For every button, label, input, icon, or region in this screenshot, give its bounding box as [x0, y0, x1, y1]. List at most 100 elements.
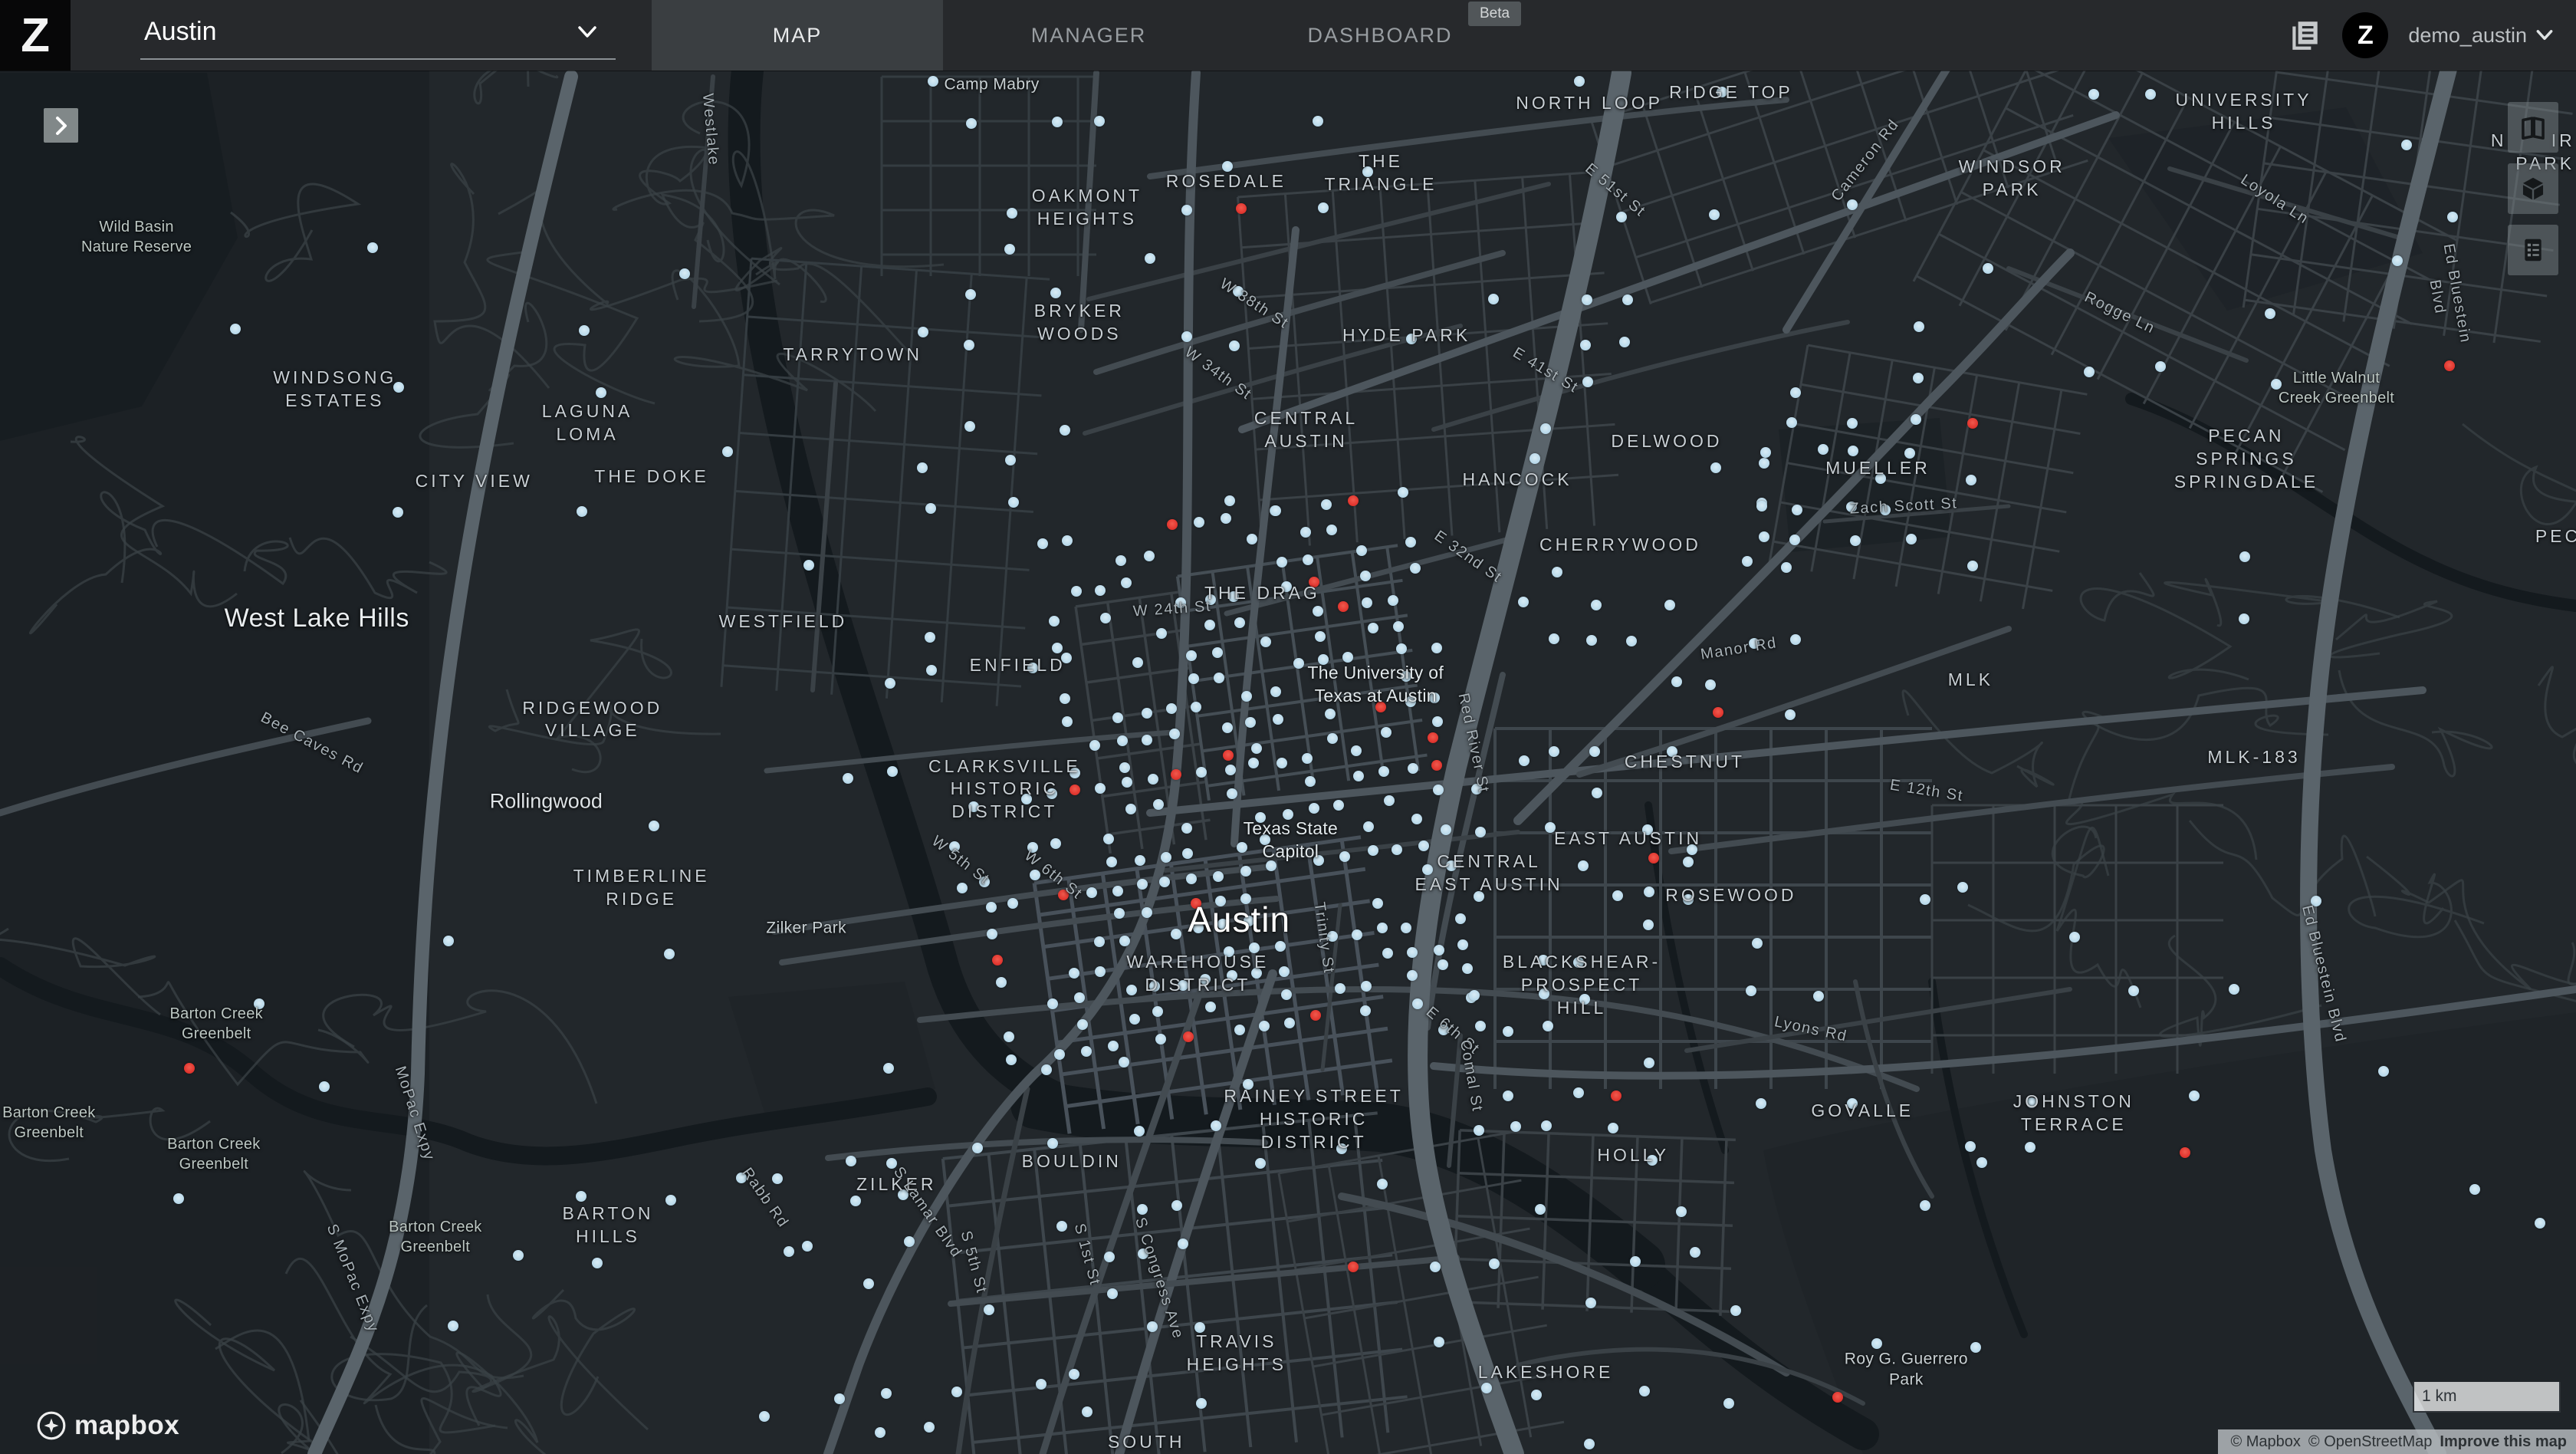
map-marker[interactable] [1983, 263, 1993, 274]
map-marker[interactable] [1434, 945, 1444, 956]
map-marker[interactable] [1540, 423, 1551, 434]
map-marker[interactable] [230, 324, 241, 334]
map-marker[interactable] [1966, 475, 1976, 485]
map-marker[interactable] [2239, 614, 2249, 624]
map-marker[interactable] [1153, 799, 1164, 810]
map-marker[interactable] [1142, 708, 1152, 719]
map-marker[interactable] [1326, 525, 1337, 535]
map-marker[interactable] [918, 327, 928, 337]
map-marker[interactable] [1549, 746, 1559, 757]
map-marker[interactable] [1186, 650, 1197, 661]
map-marker-alert[interactable] [1428, 732, 1438, 743]
map-marker[interactable] [850, 1196, 861, 1206]
map-marker-alert[interactable] [1375, 702, 1386, 712]
map-marker[interactable] [1585, 1298, 1596, 1308]
map-marker[interactable] [1970, 1342, 1981, 1353]
map-marker-alert[interactable] [1191, 898, 1201, 909]
map-marker[interactable] [1541, 1120, 1552, 1131]
map-marker[interactable] [1191, 702, 1201, 712]
map-marker[interactable] [1786, 417, 1797, 428]
map-marker[interactable] [1211, 1120, 1221, 1131]
map-marker[interactable] [1284, 1018, 1295, 1028]
map-marker[interactable] [1785, 709, 1796, 720]
map-marker[interactable] [843, 773, 853, 784]
map-marker[interactable] [2084, 367, 2095, 377]
map-marker[interactable] [1846, 502, 1857, 512]
map-marker[interactable] [2025, 1142, 2036, 1153]
map-marker[interactable] [1117, 735, 1128, 746]
map-marker[interactable] [1582, 377, 1593, 387]
map-marker[interactable] [1574, 76, 1585, 87]
map-marker[interactable] [1142, 907, 1152, 918]
map-marker[interactable] [393, 382, 404, 393]
map-marker[interactable] [1229, 340, 1240, 351]
map-marker[interactable] [1046, 788, 1057, 799]
map-marker[interactable] [1438, 1025, 1449, 1035]
map-marker[interactable] [1335, 983, 1346, 994]
map-marker[interactable] [1363, 821, 1374, 832]
map-marker[interactable] [875, 1427, 886, 1438]
map-marker[interactable] [1906, 534, 1917, 544]
map-marker[interactable] [2311, 896, 2321, 906]
map-marker[interactable] [1281, 581, 1292, 592]
map-marker[interactable] [1259, 1021, 1270, 1031]
map-marker-alert[interactable] [992, 955, 1003, 965]
map-marker[interactable] [1169, 729, 1180, 739]
map-marker[interactable] [1396, 643, 1407, 654]
map-marker[interactable] [2239, 551, 2250, 562]
map-marker-alert[interactable] [1070, 785, 1080, 795]
map-marker[interactable] [1008, 497, 1019, 508]
map-marker-alert[interactable] [1223, 750, 1234, 761]
map-marker-alert[interactable] [1309, 577, 1319, 587]
map-marker[interactable] [1071, 586, 1082, 597]
map-marker[interactable] [1360, 571, 1371, 581]
map-marker[interactable] [1503, 1090, 1513, 1101]
map-marker[interactable] [1221, 513, 1231, 524]
map-marker[interactable] [1352, 929, 1362, 940]
map-marker[interactable] [996, 977, 1007, 988]
map-marker[interactable] [1138, 1248, 1148, 1259]
map-marker[interactable] [1225, 765, 1236, 775]
map-marker[interactable] [1060, 693, 1070, 704]
map-marker[interactable] [592, 1258, 603, 1268]
map-marker[interactable] [1062, 716, 1073, 727]
map-marker[interactable] [1007, 208, 1017, 219]
map-marker[interactable] [1965, 1141, 1976, 1152]
map-marker[interactable] [1847, 199, 1858, 210]
map-marker[interactable] [736, 1173, 747, 1183]
map-marker[interactable] [1318, 654, 1329, 665]
map-marker[interactable] [1166, 703, 1177, 714]
map-marker[interactable] [881, 1388, 892, 1399]
map-marker[interactable] [1730, 1305, 1741, 1316]
map-marker[interactable] [1760, 447, 1771, 458]
map-marker[interactable] [1056, 1221, 1067, 1232]
map-marker[interactable] [972, 1143, 983, 1153]
map-marker[interactable] [1041, 1064, 1052, 1075]
map-marker[interactable] [1671, 676, 1682, 687]
map-marker[interactable] [1300, 527, 1311, 538]
map-marker[interactable] [1644, 887, 1654, 897]
map-marker[interactable] [1531, 1390, 1542, 1400]
map-marker[interactable] [1813, 991, 1824, 1002]
map-marker[interactable] [1273, 714, 1283, 725]
map-marker[interactable] [1474, 891, 1484, 902]
map-marker[interactable] [1147, 1321, 1158, 1332]
map-marker[interactable] [722, 446, 733, 457]
map-marker[interactable] [759, 1411, 770, 1422]
map-marker[interactable] [1234, 1025, 1245, 1035]
map-marker-alert[interactable] [1713, 707, 1723, 718]
map-marker[interactable] [1148, 774, 1158, 785]
map-marker[interactable] [1405, 537, 1416, 548]
map-marker[interactable] [1245, 717, 1256, 728]
map-marker[interactable] [1457, 939, 1468, 950]
map-marker[interactable] [1378, 766, 1389, 777]
map-marker[interactable] [1407, 947, 1418, 958]
map-marker-alert[interactable] [1648, 853, 1659, 864]
map-marker-alert[interactable] [1338, 601, 1349, 612]
map-marker[interactable] [1171, 1200, 1182, 1211]
map-marker[interactable] [1871, 1338, 1882, 1349]
map-marker[interactable] [1094, 116, 1105, 127]
map-marker[interactable] [1104, 1252, 1115, 1262]
map-marker[interactable] [1475, 1021, 1486, 1031]
map-marker[interactable] [1212, 647, 1223, 658]
